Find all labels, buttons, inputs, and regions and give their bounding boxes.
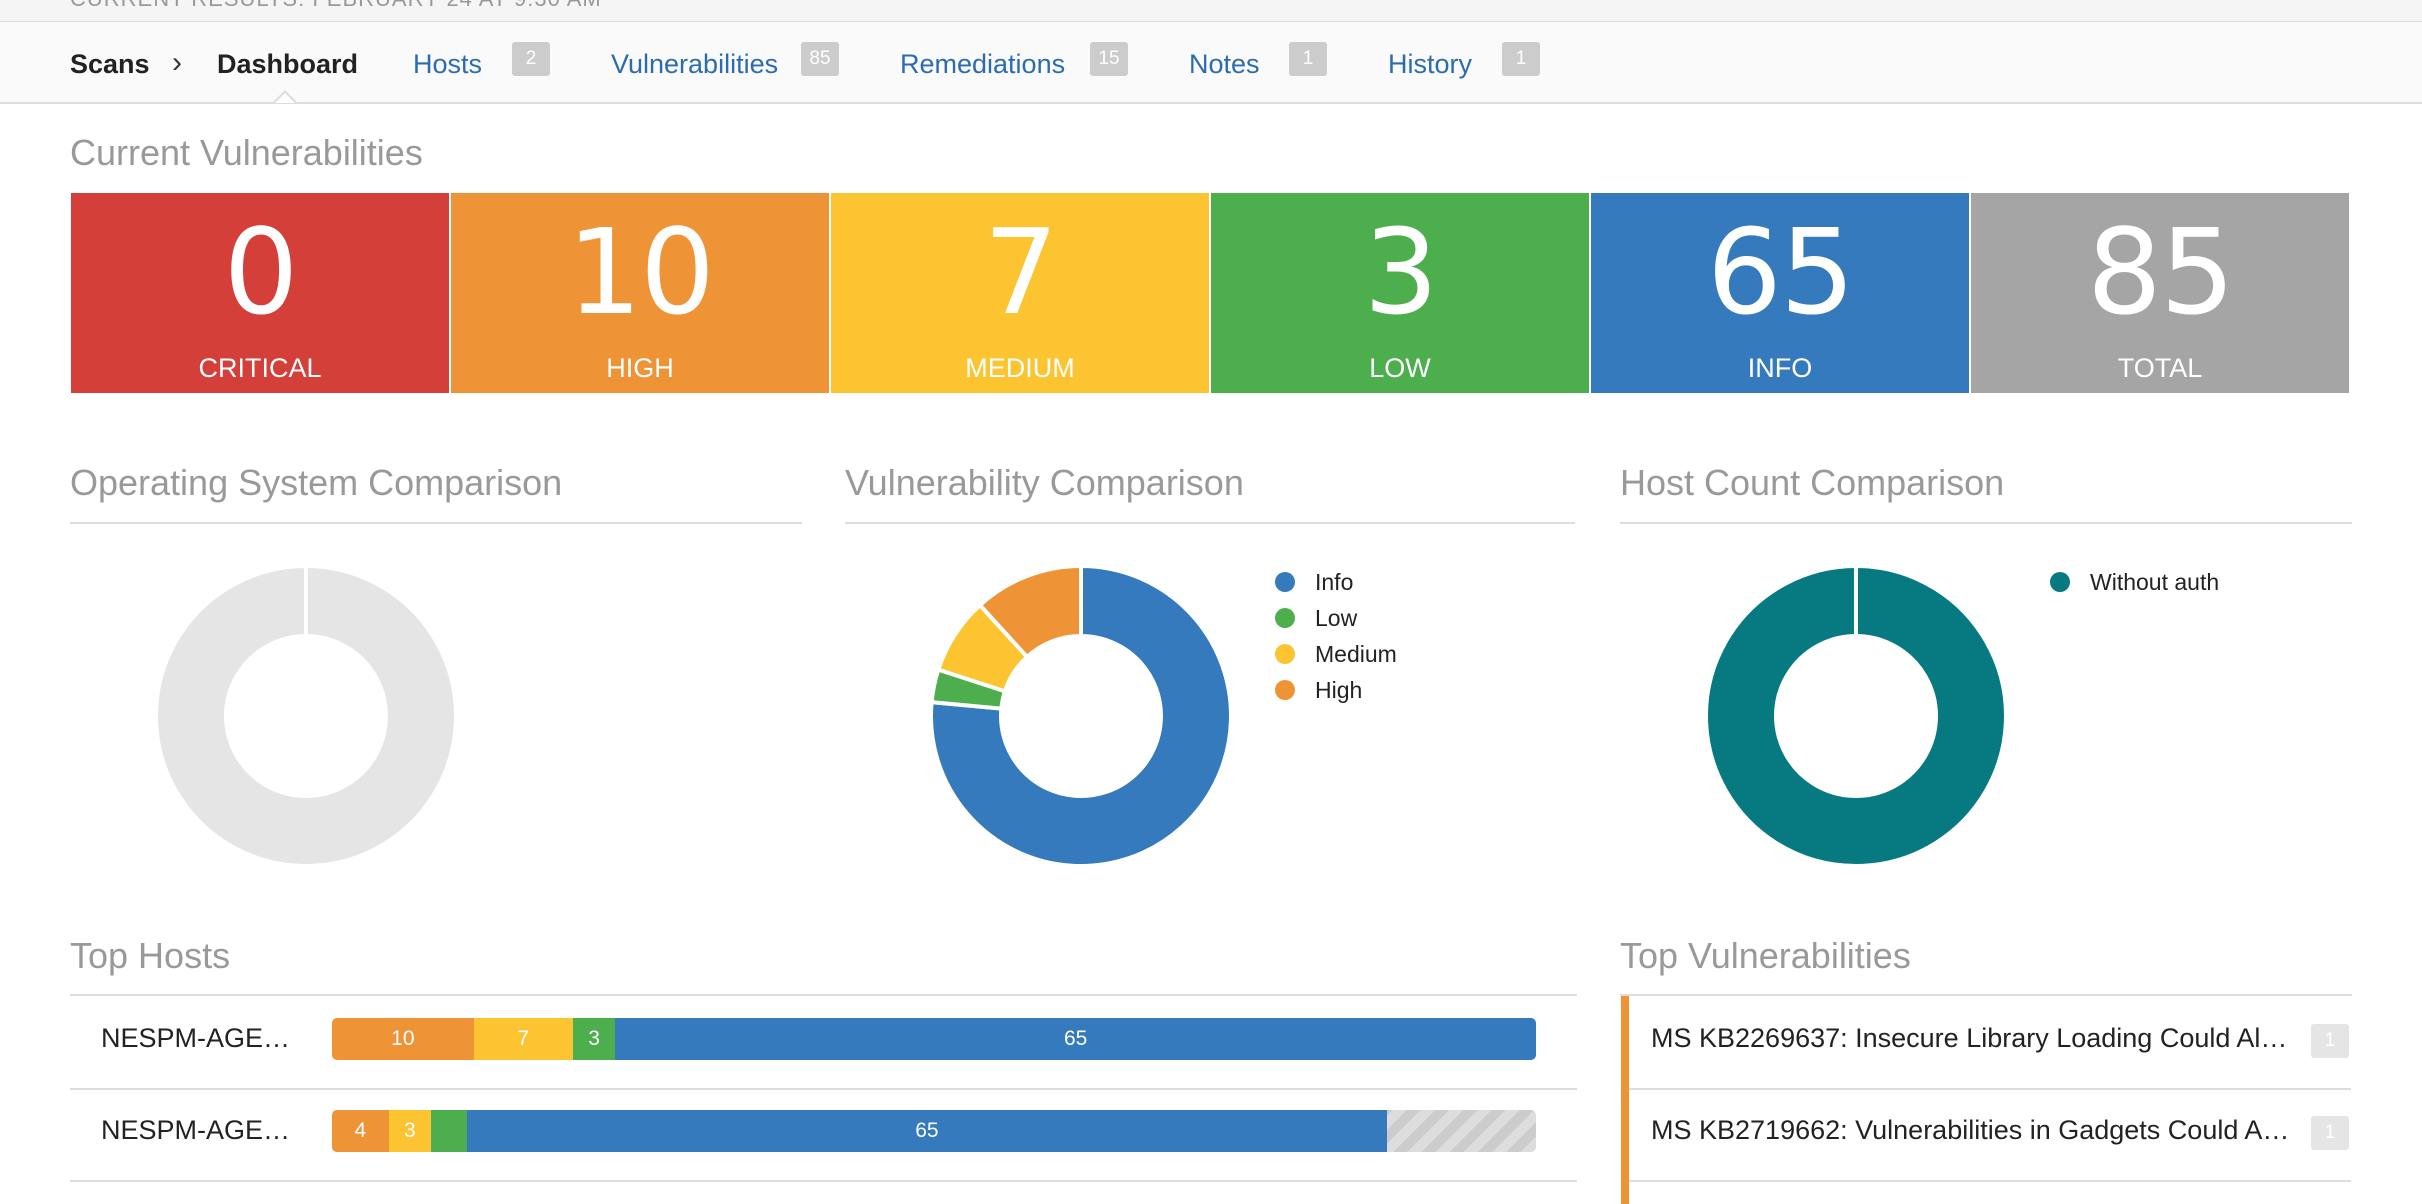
- bar-segment[interactable]: [431, 1110, 467, 1152]
- critical-count: 0: [223, 203, 298, 341]
- total-count: 85: [2086, 203, 2235, 341]
- medium-count: 7: [983, 203, 1058, 341]
- current-vulnerabilities-title: Current Vulnerabilities: [70, 132, 423, 173]
- high-count: 10: [566, 203, 715, 341]
- total-box[interactable]: 85 TOTAL: [1971, 193, 2349, 393]
- divider: [845, 522, 1575, 524]
- tab-hosts[interactable]: Hosts: [413, 49, 482, 80]
- bar-segment[interactable]: 3: [388, 1110, 432, 1152]
- host-name[interactable]: NESPM-AGE…: [101, 1023, 290, 1054]
- breadcrumb-scans[interactable]: Scans: [70, 49, 150, 80]
- low-label: LOW: [1369, 353, 1431, 383]
- high-box[interactable]: 10 HIGH: [451, 193, 829, 393]
- host-severity-bar[interactable]: 4 3 65: [332, 1110, 1536, 1152]
- bar-segment[interactable]: 65: [466, 1110, 1388, 1152]
- legend-dot: [1275, 680, 1295, 700]
- severity-marker: [1621, 1088, 1629, 1180]
- os-comparison-chart[interactable]: [150, 560, 462, 872]
- host-comparison-title: Host Count Comparison: [1620, 462, 2005, 503]
- os-comparison-title: Operating System Comparison: [70, 462, 563, 503]
- legend-item-high[interactable]: High: [1275, 672, 1397, 708]
- bar-segment[interactable]: 4: [332, 1110, 389, 1152]
- high-label: HIGH: [606, 353, 674, 383]
- critical-label: CRITICAL: [198, 353, 322, 383]
- legend-item-info[interactable]: Info: [1275, 564, 1397, 600]
- legend-label: Without auth: [2090, 569, 2220, 595]
- legend-dot: [1275, 644, 1295, 664]
- tab-notes[interactable]: Notes: [1189, 49, 1260, 80]
- vulnerabilities-count-badge: 85: [801, 42, 839, 76]
- legend-label: High: [1315, 677, 1363, 703]
- donut-empty-ring: [154, 563, 458, 868]
- legend-item-medium[interactable]: Medium: [1275, 636, 1397, 672]
- tab-remediations[interactable]: Remediations: [900, 49, 1065, 80]
- legend-label: Medium: [1315, 641, 1397, 667]
- chevron-right-icon: ›: [172, 46, 182, 79]
- list-item[interactable]: MS KB2269637: Insecure Library Loading C…: [1621, 996, 2351, 1090]
- vulnerability-count-badge: 1: [2311, 1116, 2349, 1150]
- tab-history[interactable]: History: [1388, 49, 1472, 80]
- severity-marker: [1621, 996, 1629, 1088]
- total-label: TOTAL: [2117, 353, 2203, 383]
- legend-label: Low: [1315, 605, 1358, 631]
- remediations-count-badge: 15: [1090, 42, 1128, 76]
- low-box[interactable]: 3 LOW: [1211, 193, 1589, 393]
- low-count: 3: [1363, 203, 1438, 341]
- legend-dot: [1275, 572, 1295, 592]
- legend-label: Info: [1315, 569, 1354, 595]
- legend-dot: [2050, 572, 2070, 592]
- divider: [1620, 522, 2352, 524]
- list-item[interactable]: MS KB2719662: Vulnerabilities in Gadgets…: [1621, 1088, 2351, 1182]
- active-caret: [273, 90, 297, 103]
- list-item[interactable]: [1621, 1180, 2351, 1204]
- table-row[interactable]: NESPM-AGE… 10 7 3 65: [70, 996, 1577, 1090]
- vulnerability-count-badge: 1: [2311, 1024, 2349, 1058]
- info-label: INFO: [1747, 353, 1813, 383]
- medium-label: MEDIUM: [965, 353, 1075, 383]
- severity-marker: [1621, 1180, 1629, 1204]
- divider: [70, 522, 802, 524]
- vuln-comparison-legend: Info Low Medium High: [1275, 564, 1397, 708]
- host-name[interactable]: NESPM-AGE…: [101, 1115, 290, 1146]
- info-count: 65: [1706, 203, 1855, 341]
- tab-vulnerabilities[interactable]: Vulnerabilities: [611, 49, 778, 80]
- host-comparison-chart[interactable]: [1700, 560, 2012, 872]
- top-strip: CURRENT RESULTS: FEBRUARY 24 AT 9:30 AM: [0, 0, 2422, 22]
- bar-segment[interactable]: 10: [332, 1018, 474, 1060]
- table-row[interactable]: NESPM-AGE… 4 3 65: [70, 1088, 1577, 1182]
- donut-slice-without-auth[interactable]: [1704, 563, 2008, 868]
- critical-box[interactable]: 0 CRITICAL: [71, 193, 449, 393]
- notes-count-badge: 1: [1289, 42, 1327, 76]
- bar-segment[interactable]: 65: [615, 1018, 1536, 1060]
- vuln-comparison-chart[interactable]: [925, 560, 1237, 872]
- legend-item-without-auth[interactable]: Without auth: [2050, 564, 2219, 600]
- vulnerability-name[interactable]: MS KB2719662: Vulnerabilities in Gadgets…: [1651, 1115, 2289, 1146]
- hosts-count-badge: 2: [512, 42, 550, 76]
- top-vulnerabilities-title: Top Vulnerabilities: [1620, 935, 1911, 976]
- vuln-comparison-title: Vulnerability Comparison: [845, 462, 1244, 503]
- truncated-header-text: CURRENT RESULTS: FEBRUARY 24 AT 9:30 AM: [70, 0, 602, 12]
- legend-dot: [1275, 608, 1295, 628]
- navbar: Scans › Dashboard Hosts 2 Vulnerabilitie…: [0, 22, 2422, 104]
- breadcrumb-dashboard: Dashboard: [217, 49, 359, 79]
- info-box[interactable]: 65 INFO: [1591, 193, 1969, 393]
- host-severity-bar[interactable]: 10 7 3 65: [332, 1018, 1536, 1060]
- legend-item-low[interactable]: Low: [1275, 600, 1397, 636]
- history-count-badge: 1: [1502, 42, 1540, 76]
- bar-segment[interactable]: 7: [473, 1018, 573, 1060]
- medium-box[interactable]: 7 MEDIUM: [831, 193, 1209, 393]
- top-hosts-title: Top Hosts: [70, 935, 231, 976]
- bar-segment[interactable]: 3: [572, 1018, 616, 1060]
- host-comparison-legend: Without auth: [2050, 564, 2219, 600]
- vulnerability-name[interactable]: MS KB2269637: Insecure Library Loading C…: [1651, 1023, 2287, 1054]
